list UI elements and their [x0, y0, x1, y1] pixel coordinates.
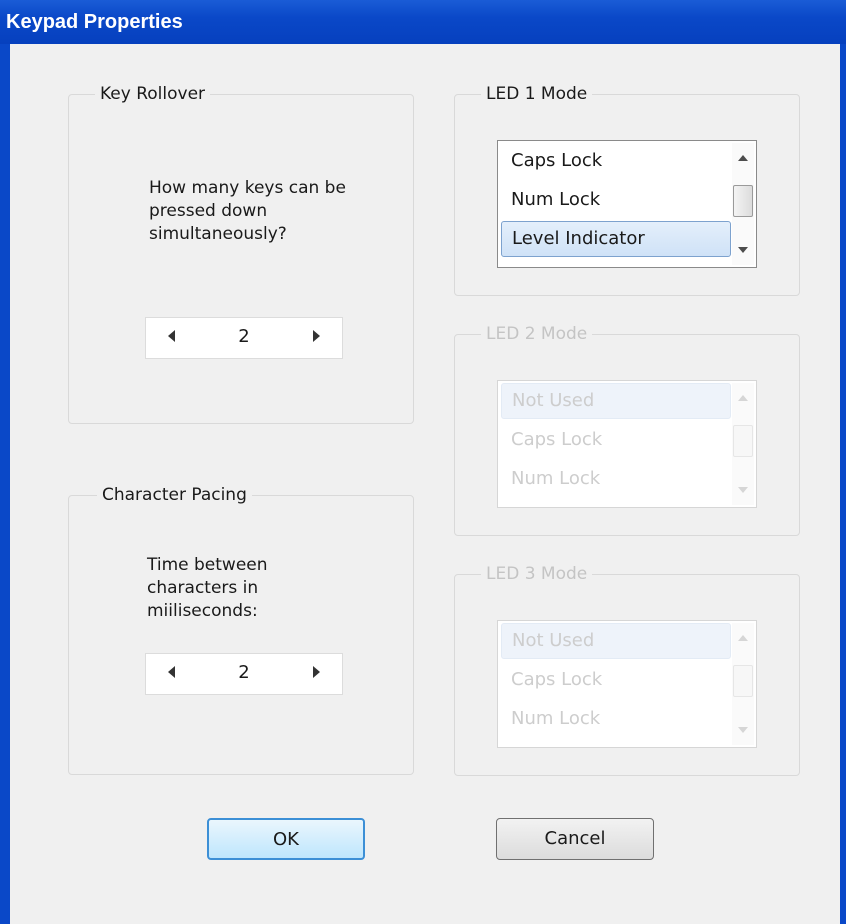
scroll-down-icon[interactable]	[738, 247, 748, 253]
list-item-selected: Not Used	[501, 623, 731, 659]
led2-scrollbar	[732, 383, 754, 505]
list-item-selected[interactable]: Level Indicator	[501, 221, 731, 257]
list-item: Num Lock	[511, 708, 601, 729]
led3-mode-listbox: Not Used Caps Lock Num Lock	[497, 620, 757, 748]
led1-mode-group: LED 1 Mode Caps Lock Num Lock Level Indi…	[454, 81, 800, 296]
list-item-selected: Not Used	[501, 383, 731, 419]
led1-mode-legend: LED 1 Mode	[481, 81, 593, 107]
scroll-up-icon[interactable]	[738, 155, 748, 161]
scroll-thumb[interactable]	[733, 185, 753, 217]
led3-mode-legend: LED 3 Mode	[481, 561, 593, 587]
led3-scrollbar	[732, 623, 754, 745]
window-title-bar[interactable]: Keypad Properties	[0, 0, 846, 44]
window-frame-left	[0, 44, 10, 924]
list-item[interactable]: Caps Lock	[501, 143, 731, 179]
list-item[interactable]: Num Lock	[501, 182, 731, 218]
led1-mode-listbox[interactable]: Caps Lock Num Lock Level Indicator	[497, 140, 757, 268]
key-rollover-spinner[interactable]: 2	[145, 317, 343, 359]
scroll-up-icon	[738, 635, 748, 641]
character-pacing-description: Time between characters in miiliseconds:	[147, 555, 268, 621]
scroll-up-icon	[738, 395, 748, 401]
led2-mode-legend: LED 2 Mode	[481, 321, 593, 347]
list-item: Caps Lock	[511, 669, 603, 690]
list-item: Caps Lock	[511, 429, 603, 450]
window-frame-right	[840, 44, 846, 924]
scroll-down-icon	[738, 727, 748, 733]
increment-arrow-icon[interactable]	[313, 666, 320, 678]
character-pacing-spinner[interactable]: 2	[145, 653, 343, 695]
list-item: Num Lock	[511, 468, 601, 489]
led2-mode-group: LED 2 Mode Not Used Caps Lock Num Lock	[454, 321, 800, 536]
led2-mode-listbox: Not Used Caps Lock Num Lock	[497, 380, 757, 508]
cancel-button[interactable]: Cancel	[496, 818, 654, 860]
key-rollover-description: How many keys can be pressed down simult…	[149, 178, 346, 244]
window-title: Keypad Properties	[6, 11, 183, 33]
led3-mode-group: LED 3 Mode Not Used Caps Lock Num Lock	[454, 561, 800, 776]
scroll-down-icon	[738, 487, 748, 493]
led1-scrollbar[interactable]	[732, 143, 754, 265]
dialog-client-area: Key Rollover How many keys can be presse…	[10, 44, 840, 924]
increment-arrow-icon[interactable]	[313, 330, 320, 342]
character-pacing-legend: Character Pacing	[97, 482, 252, 508]
scroll-thumb	[733, 425, 753, 457]
key-rollover-group: Key Rollover How many keys can be presse…	[68, 81, 414, 424]
ok-button[interactable]: OK	[207, 818, 365, 860]
key-rollover-legend: Key Rollover	[95, 81, 211, 107]
character-pacing-group: Character Pacing Time between characters…	[68, 482, 414, 775]
scroll-thumb	[733, 665, 753, 697]
